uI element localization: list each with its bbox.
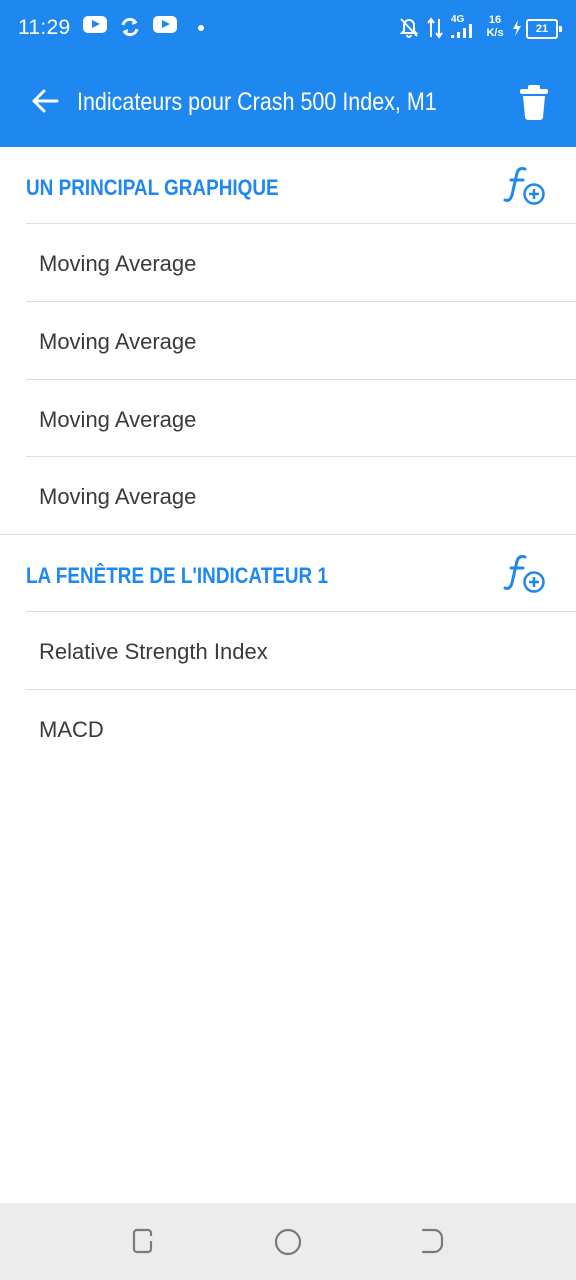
net-speed-unit: K/s xyxy=(486,27,504,39)
list-item-label: Moving Average xyxy=(39,484,197,509)
list-item[interactable]: Relative Strength Index xyxy=(0,612,576,689)
list-item[interactable]: Moving Average xyxy=(0,302,576,379)
section-indicator-window: LA FENÊTRE DE L'INDICATEUR 1 xyxy=(0,535,576,612)
youtube-icon xyxy=(83,16,107,33)
sync-icon xyxy=(121,17,139,37)
status-time: 11:29 xyxy=(18,16,71,39)
list-item-label: Moving Average xyxy=(39,407,197,432)
signal-icon xyxy=(451,24,472,38)
status-bar: 11:29 4G 16 K/s 21 xyxy=(0,0,576,58)
section-header-label: UN PRINCIPAL GRAPHIQUE xyxy=(26,175,279,200)
back-icon[interactable] xyxy=(417,1227,447,1257)
list-item-label: Relative Strength Index xyxy=(39,639,268,664)
list-item[interactable]: Moving Average xyxy=(0,457,576,534)
arrow-left-icon[interactable] xyxy=(30,86,60,116)
function-add-icon[interactable] xyxy=(503,553,547,595)
net-speed: 16 K/s xyxy=(483,14,507,40)
list-item-label: MACD xyxy=(39,717,104,742)
net-speed-value: 16 xyxy=(488,14,502,26)
section-header-label: LA FENÊTRE DE L'INDICATEUR 1 xyxy=(26,563,328,588)
bell-off-icon xyxy=(399,18,419,38)
notification-dot xyxy=(198,25,204,31)
navigation-bar xyxy=(0,1203,576,1280)
list-item-label: Moving Average xyxy=(39,251,197,276)
charging-icon xyxy=(513,20,521,36)
trash-icon[interactable] xyxy=(518,84,550,120)
list-item-label: Moving Average xyxy=(39,329,197,354)
list-item[interactable]: Moving Average xyxy=(0,224,576,301)
page-title: Indicateurs pour Crash 500 Index, M1 xyxy=(77,88,437,116)
home-icon[interactable] xyxy=(273,1227,303,1257)
top-bar: 11:29 4G 16 K/s 21 Indicateurs pour Cras… xyxy=(0,0,576,147)
section-main-chart: UN PRINCIPAL GRAPHIQUE xyxy=(0,147,576,224)
function-add-icon[interactable] xyxy=(503,165,547,207)
list-item[interactable]: MACD xyxy=(0,690,576,767)
list-item[interactable]: Moving Average xyxy=(0,380,576,457)
recent-apps-icon[interactable] xyxy=(129,1227,159,1257)
youtube-icon xyxy=(153,16,177,33)
battery-icon: 21 xyxy=(526,19,562,39)
data-arrows-icon xyxy=(427,17,443,39)
